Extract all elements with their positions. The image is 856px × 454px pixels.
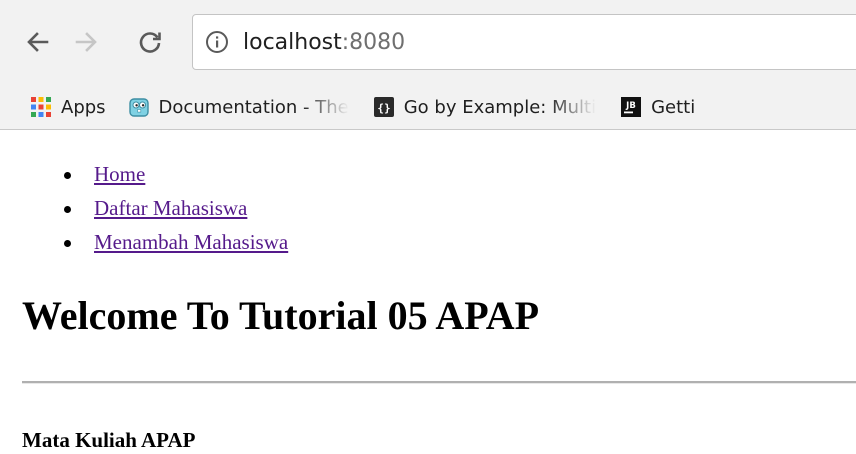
svg-text:{}: {} — [377, 102, 390, 115]
nav-menu: Home Daftar Mahasiswa Menambah Mahasiswa — [58, 157, 288, 259]
svg-text:JB: JB — [625, 101, 636, 111]
back-arrow-icon — [27, 32, 49, 52]
nav-item-menambah-mahasiswa: Menambah Mahasiswa — [58, 225, 288, 259]
nav-link-menambah-mahasiswa[interactable]: Menambah Mahasiswa — [94, 230, 288, 254]
bookmark-apps[interactable]: Apps — [22, 89, 114, 125]
bookmark-getting[interactable]: JB Getti — [612, 89, 703, 125]
jetbrains-icon: JB — [621, 97, 642, 117]
page-title: Welcome To Tutorial 05 APAP — [22, 293, 540, 338]
divider — [22, 381, 856, 384]
back-button[interactable] — [16, 22, 60, 62]
forward-button[interactable] — [64, 22, 108, 62]
browser-toolbar: localhost:8080 — [0, 0, 856, 84]
address-url[interactable]: localhost:8080 — [243, 30, 405, 55]
address-bar[interactable]: localhost:8080 — [192, 14, 856, 70]
reload-button[interactable] — [128, 22, 172, 62]
braces-icon: {} — [373, 97, 394, 117]
bookmark-documentation-label: Documentation - The — [158, 96, 349, 118]
bookmark-getting-label: Getti — [651, 96, 696, 118]
nav-item-home: Home — [58, 157, 288, 191]
bookmark-go-by-example-label: Go by Example: Multi — [403, 96, 597, 118]
reload-icon — [139, 32, 161, 53]
apps-grid-icon — [31, 97, 51, 117]
gopher-icon — [128, 98, 149, 117]
section-heading: Mata Kuliah APAP — [22, 428, 196, 452]
page-content: Home Daftar Mahasiswa Menambah Mahasiswa… — [0, 130, 856, 454]
nav-item-daftar-mahasiswa: Daftar Mahasiswa — [58, 191, 288, 225]
bookmark-go-by-example[interactable]: {} Go by Example: Multi — [365, 89, 604, 125]
url-port: :8080 — [341, 29, 406, 55]
nav-link-daftar-mahasiswa[interactable]: Daftar Mahasiswa — [94, 196, 247, 220]
bookmarks-bar: Apps Documentation - The {} Go by Exampl… — [0, 84, 856, 130]
bookmark-documentation[interactable]: Documentation - The — [120, 89, 357, 125]
info-icon[interactable] — [205, 30, 229, 54]
bookmark-apps-label: Apps — [61, 96, 106, 118]
browser-chrome: localhost:8080 Apps Documentation - The … — [0, 0, 856, 130]
url-host: localhost — [243, 29, 342, 55]
forward-arrow-icon — [75, 32, 97, 52]
nav-link-home[interactable]: Home — [94, 162, 145, 186]
